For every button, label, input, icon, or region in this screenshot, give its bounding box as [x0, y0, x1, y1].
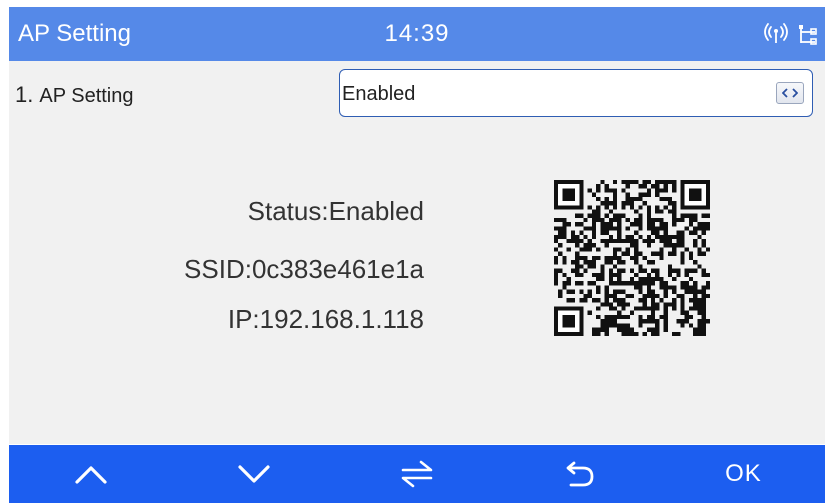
back-button[interactable] [499, 445, 662, 503]
switch-button[interactable] [335, 445, 498, 503]
left-right-toggle-icon[interactable] [776, 82, 804, 104]
ssid-text: SSID:0c383e461e1a [184, 254, 424, 284]
ok-button[interactable]: OK [662, 445, 825, 503]
up-button[interactable] [9, 445, 172, 503]
select-value: Enabled [342, 83, 416, 105]
ethernet-network-icon [797, 23, 819, 45]
qr-code [554, 180, 710, 336]
antenna-signal-icon [763, 23, 789, 45]
soft-key-bar: OK [9, 445, 825, 503]
content-area: 1. AP Setting Enabled Status:Enabled SSID… [9, 61, 825, 444]
ip-text: IP:192.168.1.118 [227, 304, 424, 334]
title-bar: AP Setting 14:39 [9, 7, 825, 61]
ok-label: OK [725, 460, 762, 487]
setting-row-label: 1. AP Setting [15, 83, 134, 108]
setting-number: 1. [15, 82, 34, 107]
status-text: Status:Enabled [247, 196, 424, 226]
chevron-down-icon [238, 465, 270, 483]
status-icons [763, 22, 819, 46]
clock: 14:39 [384, 20, 450, 47]
ap-setting-screen: AP Setting 14:39 1. AP Setting Enabled S… [0, 0, 825, 503]
down-button[interactable] [172, 445, 335, 503]
back-icon [566, 461, 594, 487]
chevron-up-icon [74, 466, 107, 484]
setting-label-text: AP Setting [39, 85, 134, 107]
switch-arrows-icon [401, 460, 433, 488]
ap-setting-select[interactable]: Enabled [339, 69, 813, 117]
